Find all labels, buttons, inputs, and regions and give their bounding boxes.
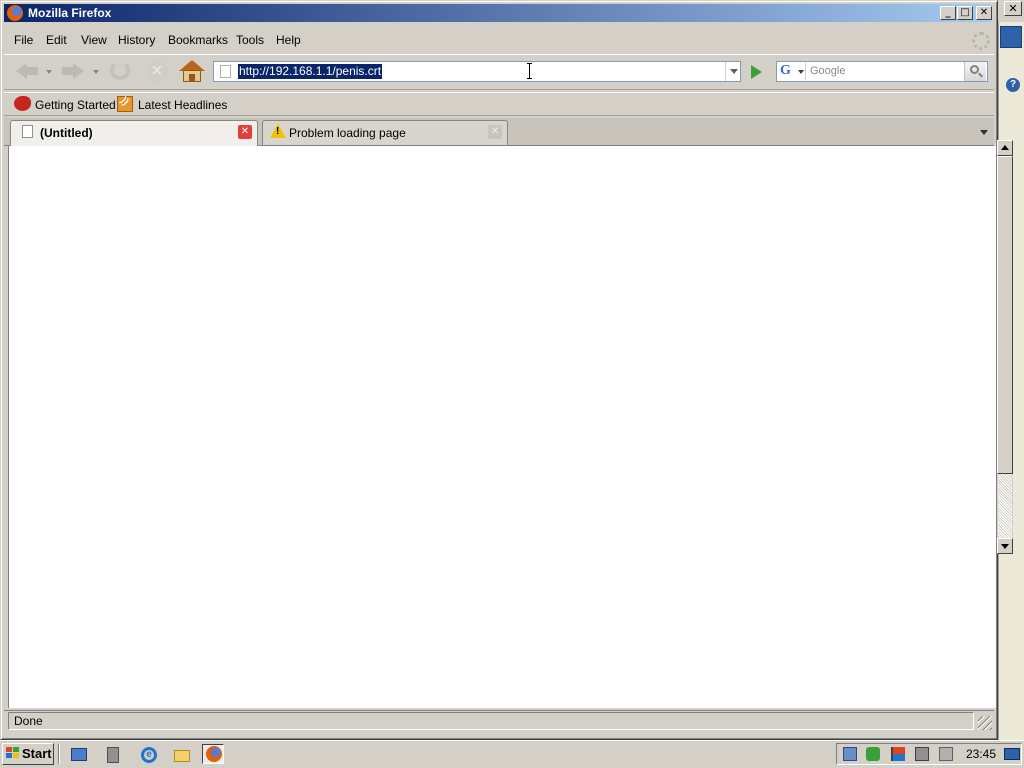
search-button[interactable]: [964, 62, 986, 81]
scroll-down-button[interactable]: [997, 538, 1013, 554]
text-cursor-icon: [527, 63, 532, 79]
clock[interactable]: 23:45: [966, 747, 996, 761]
title-bar[interactable]: Mozilla Firefox: [4, 4, 992, 22]
stop-button[interactable]: ✕: [144, 58, 170, 84]
google-icon: G: [780, 63, 791, 78]
tab-list-button[interactable]: [975, 120, 993, 144]
quick-launch-folder[interactable]: [170, 744, 192, 764]
url-input[interactable]: http://192.168.1.1/penis.crt: [238, 64, 383, 79]
taskbar-firefox-button[interactable]: [202, 744, 224, 764]
forward-history-dropdown-icon[interactable]: [93, 70, 99, 74]
tray-flag-icon[interactable]: [891, 747, 905, 761]
back-history-dropdown-icon[interactable]: [46, 70, 52, 74]
help-icon[interactable]: ?: [1006, 78, 1020, 92]
folder-icon: [174, 750, 190, 762]
rss-feed-icon: [117, 96, 133, 112]
tab-close-button[interactable]: ✕: [488, 125, 502, 139]
background-search-icon[interactable]: [1000, 26, 1022, 48]
home-button[interactable]: [178, 58, 206, 84]
tab-untitled[interactable]: (Untitled): [10, 120, 258, 146]
firefox-icon: [206, 746, 222, 762]
firefox-logo-icon: [7, 5, 23, 21]
tray-display-icon[interactable]: [915, 747, 929, 761]
menu-bookmarks[interactable]: Bookmarks: [168, 33, 228, 47]
tab-problem-loading[interactable]: Problem loading page: [262, 120, 508, 145]
tray-network-icon[interactable]: [843, 747, 857, 761]
menu-file[interactable]: File: [14, 33, 33, 47]
search-engine-selector[interactable]: G: [778, 63, 806, 80]
throbber-icon: [972, 32, 990, 50]
maximize-button[interactable]: □: [957, 6, 973, 20]
scroll-thumb[interactable]: [997, 156, 1013, 474]
menu-view[interactable]: View: [81, 33, 107, 47]
quick-launch-internet-explorer[interactable]: e: [137, 744, 159, 764]
stop-icon: ✕: [146, 60, 168, 82]
background-window-close-button[interactable]: ✕: [1004, 1, 1022, 16]
tray-security-icon[interactable]: [866, 747, 880, 761]
back-button[interactable]: [14, 58, 42, 84]
menu-edit[interactable]: Edit: [46, 33, 67, 47]
quick-launch-speaker[interactable]: [101, 744, 123, 764]
speaker-icon: [107, 747, 119, 763]
show-desktop-icon[interactable]: [1004, 748, 1020, 760]
search-input[interactable]: Google: [810, 64, 960, 79]
menu-help[interactable]: Help: [276, 33, 301, 47]
forward-button[interactable]: [58, 58, 86, 84]
reload-button[interactable]: [108, 58, 134, 84]
tab-close-button[interactable]: ✕: [238, 125, 252, 139]
warning-icon: [270, 124, 286, 138]
quick-launch-separator: [58, 744, 60, 764]
scroll-track[interactable]: [998, 474, 1012, 538]
bookmark-getting-started[interactable]: Getting Started: [35, 98, 116, 112]
scroll-up-button[interactable]: [997, 140, 1013, 156]
status-text: Done: [8, 712, 974, 730]
minimize-button[interactable]: _: [940, 6, 956, 20]
firefox-bookmark-icon: [14, 96, 31, 111]
close-button[interactable]: ✕: [976, 6, 992, 20]
page-favicon-icon: [220, 65, 231, 78]
explorer-icon: [71, 748, 87, 761]
reload-icon: [110, 60, 130, 80]
blank-page-icon: [22, 125, 33, 138]
internet-explorer-icon: e: [141, 747, 157, 763]
menu-tools[interactable]: Tools: [236, 33, 264, 47]
url-history-dropdown-icon[interactable]: [725, 62, 740, 81]
tab-label: (Untitled): [40, 126, 93, 140]
quick-launch-explorer[interactable]: [67, 744, 89, 764]
bookmark-latest-headlines[interactable]: Latest Headlines: [138, 98, 227, 112]
menu-history[interactable]: History: [118, 33, 155, 47]
menu-bar: File Edit View History Bookmarks Tools H…: [4, 30, 994, 50]
chevron-down-icon: [798, 70, 804, 74]
resize-grip[interactable]: [978, 716, 992, 730]
go-button[interactable]: [747, 63, 765, 80]
window-title: Mozilla Firefox: [28, 6, 112, 20]
tray-speaker-muted-icon[interactable]: [939, 747, 953, 761]
windows-logo-icon: [6, 747, 20, 760]
tab-label: Problem loading page: [289, 126, 406, 140]
page-content[interactable]: [8, 146, 996, 708]
